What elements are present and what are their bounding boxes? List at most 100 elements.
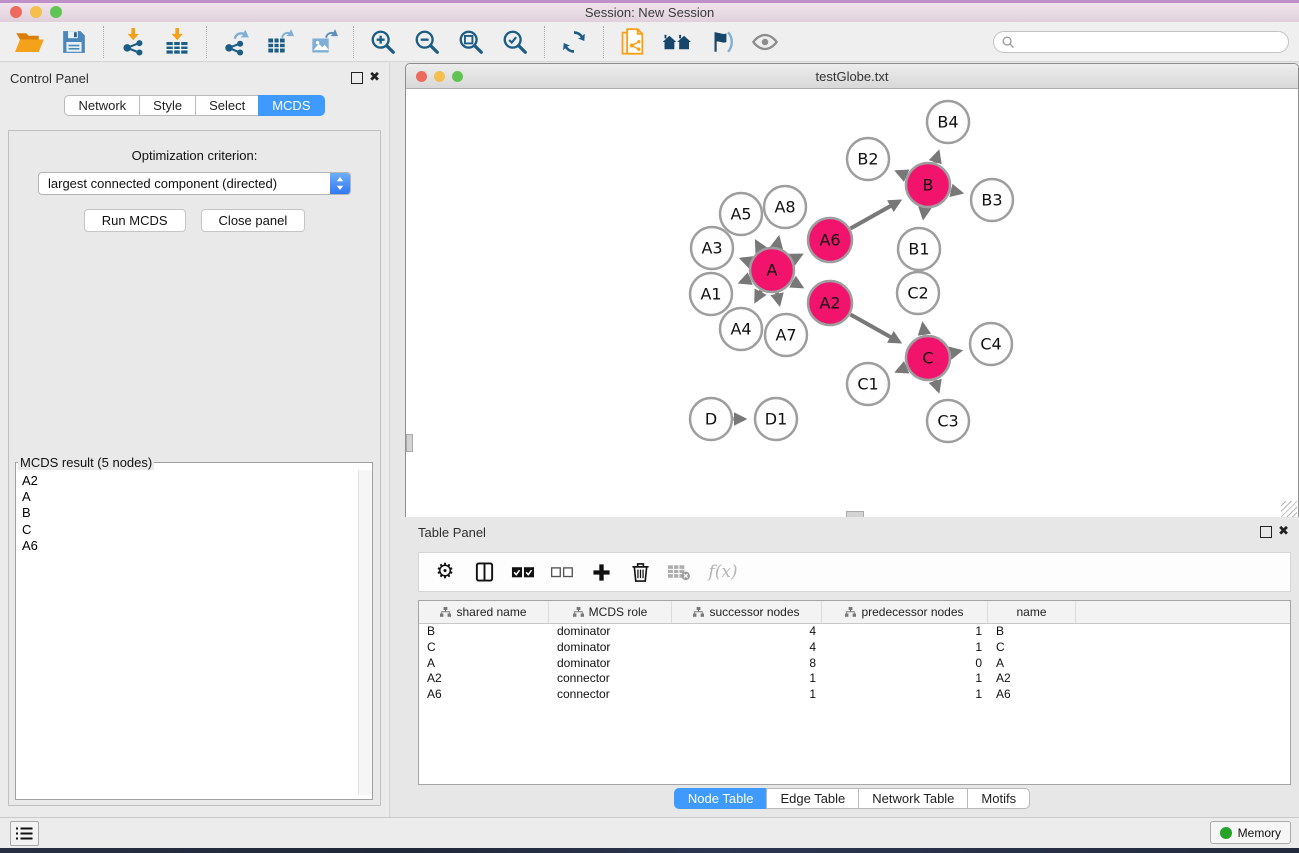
graph-edge-B-B2[interactable] [897, 172, 906, 176]
graph-edge-C-C3[interactable] [935, 380, 938, 390]
result-scrollbar[interactable] [358, 470, 372, 795]
import-table-button[interactable] [158, 25, 196, 59]
graph-edge-A-A4[interactable] [756, 291, 761, 301]
column-header-mcds-role[interactable]: MCDS role [549, 601, 672, 623]
search-input[interactable] [1020, 34, 1288, 50]
select-all-columns-button[interactable] [511, 559, 535, 585]
tab-select[interactable]: Select [195, 95, 259, 116]
zoom-out-button[interactable] [408, 25, 446, 59]
graph-node-A5[interactable]: A5 [720, 193, 762, 235]
graph-node-C2[interactable]: C2 [897, 272, 939, 314]
tab-edge-table[interactable]: Edge Table [766, 788, 859, 809]
graph-edge-B-B4[interactable] [935, 152, 938, 162]
column-header-successor-nodes[interactable]: successor nodes [672, 601, 822, 623]
graph-edge-A2-C[interactable] [850, 315, 899, 342]
graph-edge-B-B1[interactable] [923, 208, 924, 217]
export-table-button[interactable] [261, 25, 299, 59]
resize-grip[interactable] [1281, 501, 1297, 517]
show-columns-button[interactable] [472, 559, 496, 585]
float-table-panel-button[interactable] [1260, 526, 1272, 538]
graph-node-C1[interactable]: C1 [847, 363, 889, 405]
graph-node-A2[interactable]: A2 [808, 281, 852, 325]
hide-labels-button[interactable] [702, 25, 740, 59]
graph-edge-A-A3[interactable] [742, 259, 750, 262]
network-canvas[interactable]: A A1 A2 A3 A4 A5 A6 A7 A8 B B1 B2 B3B4 C C1 C2 C3C4 D D1 [406, 89, 1298, 518]
table-row[interactable]: A2connector11A2 [419, 671, 1290, 687]
close-table-panel-button[interactable]: ✖ [1278, 524, 1289, 538]
table-row[interactable]: Bdominator41B [419, 624, 1290, 640]
close-panel-button[interactable]: ✖ [369, 70, 380, 84]
memory-button[interactable]: Memory [1210, 821, 1291, 844]
graph-edge-C-C2[interactable] [923, 325, 925, 335]
import-network-button[interactable] [114, 25, 152, 59]
graph-node-B1[interactable]: B1 [898, 228, 940, 270]
apply-function-button[interactable]: f(x) [706, 559, 740, 585]
table-settings-button[interactable]: ⚙ [433, 559, 457, 585]
table-row[interactable]: Cdominator41C [419, 640, 1290, 656]
graph-edge-A6-B[interactable] [850, 201, 899, 228]
graph-node-C3[interactable]: C3 [927, 400, 969, 442]
graph-node-A[interactable]: A [750, 248, 794, 292]
tab-network[interactable]: Network [64, 95, 140, 116]
graph-node-D1[interactable]: D1 [755, 398, 797, 440]
criterion-select[interactable]: largest connected component (directed) [38, 172, 351, 195]
tab-mcds[interactable]: MCDS [258, 95, 324, 116]
save-session-button[interactable] [55, 25, 93, 59]
column-header-name[interactable]: name [988, 601, 1076, 623]
export-network-button[interactable] [217, 25, 255, 59]
tab-node-table[interactable]: Node Table [674, 788, 768, 809]
graph-node-B[interactable]: B [906, 163, 950, 207]
graph-node-C[interactable]: C [906, 336, 950, 380]
tab-network-table[interactable]: Network Table [858, 788, 968, 809]
export-image-button[interactable] [305, 25, 343, 59]
graph-edge-C-C4[interactable] [951, 351, 960, 353]
graph-edge-B-B3[interactable] [951, 190, 961, 192]
unselect-all-columns-button[interactable] [550, 559, 574, 585]
graph-node-A4[interactable]: A4 [720, 308, 762, 350]
graph-edge-A-A8[interactable] [777, 238, 779, 247]
graph-node-A1[interactable]: A1 [690, 273, 732, 315]
delete-column-button[interactable] [628, 559, 652, 585]
show-graphics-button[interactable] [746, 25, 784, 59]
tab-style[interactable]: Style [139, 95, 196, 116]
table-row[interactable]: A6connector11A6 [419, 687, 1290, 703]
open-session-button[interactable] [11, 25, 49, 59]
column-header-shared-name[interactable]: shared name [419, 601, 549, 623]
delete-table-button[interactable] [667, 559, 691, 585]
graph-edge-C-C1[interactable] [897, 367, 906, 371]
close-panel-button-inner[interactable]: Close panel [201, 209, 306, 232]
graph-node-B4[interactable]: B4 [927, 101, 969, 143]
network-zoom-button[interactable] [452, 71, 463, 82]
table-row[interactable]: Adominator80A [419, 656, 1290, 672]
graph-node-C4[interactable]: C4 [970, 323, 1012, 365]
run-mcds-button[interactable]: Run MCDS [84, 209, 186, 232]
column-header-predecessor-nodes[interactable]: predecessor nodes [822, 601, 988, 623]
float-panel-button[interactable] [351, 72, 363, 84]
graph-node-A8[interactable]: A8 [764, 186, 806, 228]
zoom-selected-button[interactable] [496, 25, 534, 59]
graph-node-A3[interactable]: A3 [691, 227, 733, 269]
home-view-button[interactable] [658, 25, 696, 59]
graph-node-A6[interactable]: A6 [808, 218, 852, 262]
search-field[interactable] [993, 31, 1289, 53]
graph-node-D[interactable]: D [690, 398, 732, 440]
minimize-window-button[interactable] [30, 6, 42, 18]
graph-edge-A-A1[interactable] [741, 279, 750, 283]
graph-node-B2[interactable]: B2 [847, 138, 889, 180]
network-close-button[interactable] [416, 71, 427, 82]
vertical-scroll-thumb[interactable] [406, 434, 413, 452]
zoom-in-button[interactable] [364, 25, 402, 59]
network-minimize-button[interactable] [434, 71, 445, 82]
graph-edge-A-A6[interactable] [793, 255, 801, 259]
create-column-button[interactable] [589, 559, 613, 585]
apply-layout-button[interactable] [555, 25, 593, 59]
zoom-fit-button[interactable] [452, 25, 490, 59]
graph-node-B3[interactable]: B3 [971, 179, 1013, 221]
graph-edge-A-A5[interactable] [756, 242, 760, 249]
graph-node-A7[interactable]: A7 [765, 314, 807, 356]
tab-motifs[interactable]: Motifs [967, 788, 1030, 809]
graph-edge-A-A7[interactable] [777, 293, 779, 304]
graph-edge-A-A2[interactable] [792, 282, 801, 287]
new-network-from-selection-button[interactable] [614, 25, 652, 59]
zoom-window-button[interactable] [50, 6, 62, 18]
